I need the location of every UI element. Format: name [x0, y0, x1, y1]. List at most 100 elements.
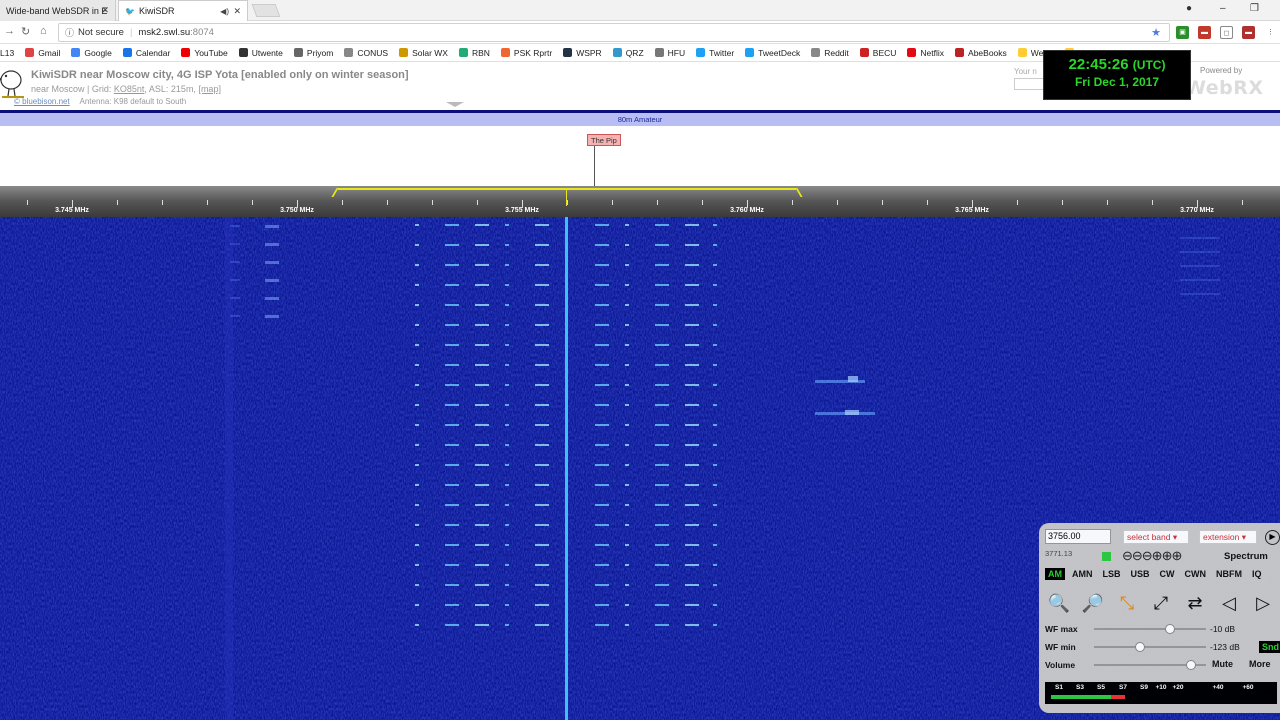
bookmark-item[interactable]: Netflix [907, 48, 944, 58]
slider-knob[interactable] [1165, 624, 1176, 634]
browser-tab-active[interactable]: 🐦 KiwiSDR ◀) ✕ [118, 0, 248, 21]
signal-trace [535, 504, 549, 506]
bookmark-item[interactable]: YouTube [181, 48, 228, 58]
mode-button-usb[interactable]: USB [1128, 568, 1153, 580]
new-tab-button[interactable] [251, 4, 281, 17]
signal-trace [655, 404, 669, 406]
mode-button-amn[interactable]: AMN [1069, 568, 1096, 580]
slider-knob[interactable] [1185, 660, 1196, 670]
bookmark-item[interactable]: Calendar [122, 48, 170, 58]
signal-trace [685, 564, 699, 566]
divider: | [129, 27, 133, 38]
bookmark-item[interactable]: L13 [0, 48, 14, 58]
frequency-input[interactable]: 3756.00 [1045, 529, 1111, 544]
zoom-in-icon[interactable]: 🔍 [1045, 589, 1073, 617]
bookmark-item[interactable]: AbeBooks [955, 48, 1007, 58]
wf-min-slider[interactable] [1094, 642, 1206, 652]
band-bar[interactable]: 80m Amateur [0, 113, 1280, 126]
signal-trace [713, 604, 717, 606]
close-icon[interactable]: ✕ [233, 6, 241, 17]
signal-trace [505, 384, 509, 386]
zoom-to-band-icon[interactable]: ⤡ [1113, 589, 1141, 617]
browser-tab[interactable]: Wide-band WebSDR in E ✕ [0, 0, 116, 21]
passband-indicator[interactable] [338, 188, 796, 197]
scale-tick [1152, 200, 1153, 205]
signal-trace [505, 584, 509, 586]
play-icon[interactable]: ▶ [1265, 530, 1280, 545]
bookmark-item[interactable]: Gmail [25, 48, 60, 58]
scale-tick [1242, 200, 1243, 205]
page-left-icon[interactable]: ◁ [1215, 589, 1243, 617]
bookmark-item[interactable]: TweetDeck [745, 48, 800, 58]
speaker-icon[interactable]: ◀) [220, 7, 229, 16]
zoom-buttons[interactable]: ⊖⊖⊖⊕⊕⊕ [1122, 548, 1182, 564]
bookmark-item[interactable]: BECU [859, 48, 896, 58]
mode-button-cw[interactable]: CW [1157, 568, 1178, 580]
mode-button-cwn[interactable]: CWN [1182, 568, 1210, 580]
mute-button[interactable]: Mute [1212, 659, 1233, 669]
map-link[interactable]: [map] [198, 84, 221, 94]
station-label[interactable]: The Pip [587, 134, 621, 146]
bookmark-item[interactable]: Reddit [811, 48, 849, 58]
extension-icon[interactable]: ▣ [1176, 26, 1189, 39]
signal-trace [475, 584, 489, 586]
your-name-input[interactable] [1014, 78, 1044, 90]
minimize-icon[interactable]: – [1220, 3, 1226, 14]
signal-trace [625, 444, 629, 446]
slider-knob[interactable] [1134, 642, 1145, 652]
volume-slider[interactable] [1094, 660, 1206, 670]
spectrum-button[interactable]: Spectrum [1224, 551, 1268, 562]
wf-max-label: WF max [1045, 624, 1078, 634]
mode-button-lsb[interactable]: LSB [1100, 568, 1124, 580]
snd-button[interactable]: Snd [1259, 641, 1280, 653]
extension-icon[interactable]: ▬ [1198, 26, 1211, 39]
more-button[interactable]: More [1249, 659, 1271, 669]
credit-link[interactable]: © bluebison.net [14, 97, 70, 106]
bookmark-favicon-icon [955, 48, 965, 57]
mode-button-iq[interactable]: IQ [1249, 568, 1265, 580]
page-right-icon[interactable]: ▷ [1249, 589, 1277, 617]
bookmark-item[interactable]: Google [71, 48, 112, 58]
extension-icon[interactable]: ▬ [1242, 26, 1255, 39]
reload-icon[interactable]: ↻ [21, 25, 30, 38]
restore-icon[interactable]: ❐ [1250, 3, 1259, 14]
extension-select[interactable]: extension ▾ [1199, 530, 1257, 544]
checkbox-toggle[interactable] [1102, 552, 1111, 561]
band-select[interactable]: select band ▾ [1123, 530, 1189, 544]
bookmark-item[interactable]: CONUS [344, 48, 388, 58]
swap-icon[interactable]: ⇄ [1181, 589, 1209, 617]
bookmark-item[interactable]: Priyom [293, 48, 333, 58]
close-icon[interactable]: ✕ [101, 5, 109, 16]
bookmark-item[interactable]: HFU [654, 47, 686, 58]
home-icon[interactable]: ⌂ [40, 25, 47, 37]
info-icon[interactable]: ⓘ [65, 26, 74, 39]
zoom-out-icon[interactable]: 🔎 [1079, 589, 1107, 617]
forward-icon[interactable]: → [4, 25, 15, 37]
mode-button-nbfm[interactable]: NBFM [1213, 568, 1245, 580]
signal-trace [445, 524, 459, 526]
bookmark-item[interactable]: Utwente [238, 47, 283, 58]
collapse-header-icon[interactable] [446, 102, 464, 107]
bookmark-item[interactable]: Twitter [696, 48, 734, 58]
bookmark-item[interactable]: WSPR [563, 48, 602, 58]
bookmark-item[interactable]: RBN [458, 48, 490, 58]
bookmark-label: QRZ [625, 47, 644, 58]
carrier-marker[interactable] [566, 188, 567, 206]
zoom-max-out-icon[interactable]: ⤢ [1147, 589, 1175, 617]
menu-icon[interactable]: ⋮ [1264, 26, 1277, 39]
bookmark-label: HFU [667, 47, 686, 58]
extension-icon[interactable]: ◻ [1220, 26, 1233, 39]
omnibox[interactable]: ⓘ Not secure | msk2.swl.su :8074 ★ [58, 23, 1170, 42]
volume-label: Volume [1045, 660, 1076, 670]
mode-button-am[interactable]: AM [1045, 568, 1065, 580]
wf-max-slider[interactable] [1094, 624, 1206, 634]
bookmark-label: Utwente [251, 47, 283, 58]
bookmark-item[interactable]: PSK Rprtr [500, 48, 552, 58]
bookmark-item[interactable]: QRZ [612, 47, 644, 58]
bookmark-star-icon[interactable]: ★ [1151, 26, 1161, 39]
bookmark-item[interactable]: Solar WX [399, 48, 448, 58]
signal-trace [505, 404, 509, 406]
signal-trace [415, 344, 419, 346]
profile-icon[interactable]: ● [1186, 3, 1192, 14]
grid-link[interactable]: KO85nt [114, 84, 145, 94]
